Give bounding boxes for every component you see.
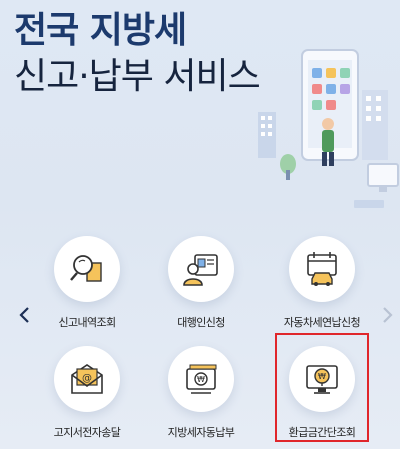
service-label: 고지서전자송달 [53,426,121,439]
service-auto-payment[interactable]: ₩ 지방세자동납부 [141,346,261,446]
service-icon-circle [54,236,120,302]
service-label: 대행인신청 [177,316,225,329]
city-smartphone-illustration [258,49,399,208]
svg-text:@: @ [82,373,92,384]
email-envelope-icon: @ [71,364,103,394]
car-calendar-icon [307,252,337,286]
hero-title-line1: 전국 지방세 [14,10,187,51]
service-filing-history[interactable]: 신고내역조회 [27,236,147,336]
search-document-icon [70,255,102,282]
hero-title-line2: 신고·납부 서비스 [14,56,261,97]
service-agent-application[interactable]: 대행인신청 [141,236,261,336]
chevron-right-icon [383,307,393,323]
service-icon-circle [168,236,234,302]
service-electronic-bill[interactable]: @ 고지서전자송달 [27,346,147,446]
hero-title: 전국 지방세 신고·납부 서비스 [14,8,261,100]
service-icon-circle: ₩ [168,346,234,412]
service-label: 지방세자동납부 [167,426,235,439]
service-label: 신고내역조회 [58,316,116,329]
service-icon-circle: @ [54,346,120,412]
service-label: 자동차세연납신청 [283,316,361,329]
highlight-box [275,333,369,442]
svg-text:₩: ₩ [197,375,205,384]
auto-payment-icon: ₩ [186,364,217,394]
service-car-tax-annual[interactable]: 자동차세연납신청 [262,236,382,336]
agent-id-card-icon [183,254,218,286]
service-icon-circle [289,236,355,302]
